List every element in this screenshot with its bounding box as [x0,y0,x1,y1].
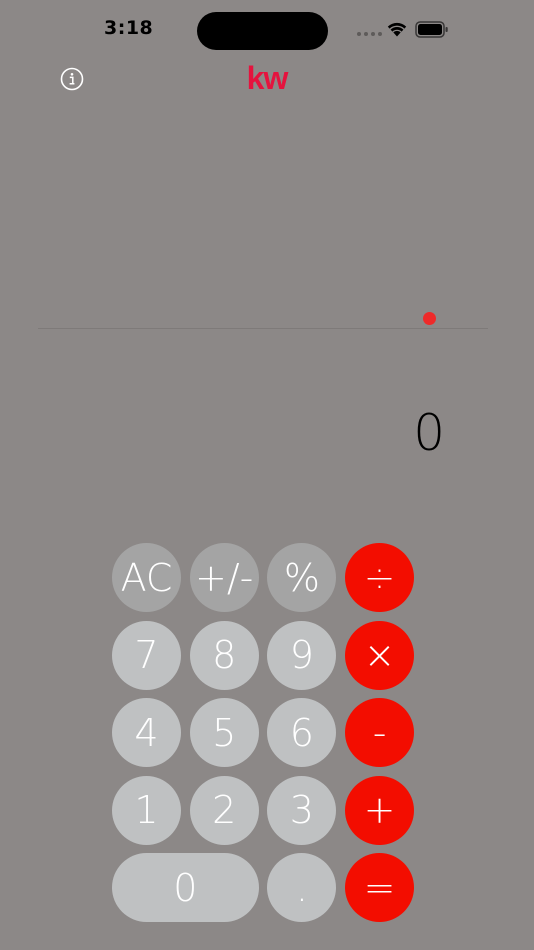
sign-toggle-button[interactable]: +/- [189,543,259,612]
keypad: AC +/-% ÷ 7 8 9 × 4 5 6- 1 2 3 +0. = [112,543,415,922]
digit-5-button[interactable]: 5 [189,698,259,767]
wifi-icon [387,22,407,37]
digit-7-button[interactable]: 7 [112,620,181,690]
add-button[interactable]: + [345,775,415,845]
decimal-button[interactable]: . [267,853,337,922]
digit-9-button[interactable]: 9 [267,620,337,690]
percent-button[interactable]: % [267,543,337,612]
status-bar: 3:18 [0,0,534,60]
clear-button[interactable]: AC [112,543,181,612]
display-divider [38,328,488,329]
dynamic-island [197,12,328,50]
battery-icon [415,21,448,38]
equals-button[interactable]: = [345,853,415,922]
calculator-display: 0 [413,404,445,462]
digit-6-button[interactable]: 6 [267,698,337,767]
digit-4-button[interactable]: 4 [112,698,181,767]
digit-8-button[interactable]: 8 [189,620,259,690]
digit-1-button[interactable]: 1 [112,775,181,845]
cellular-signal-icon [357,32,382,36]
digit-3-button[interactable]: 3 [267,775,337,845]
multiply-button[interactable]: × [345,620,415,690]
app-logo: kw [246,60,289,96]
digit-0-button[interactable]: 0 [112,853,259,922]
digit-2-button[interactable]: 2 [189,775,259,845]
divide-button[interactable]: ÷ [345,543,415,612]
subtract-button[interactable]: - [345,698,415,767]
status-time: 3:18 [104,17,154,39]
indicator-dot [423,312,436,325]
